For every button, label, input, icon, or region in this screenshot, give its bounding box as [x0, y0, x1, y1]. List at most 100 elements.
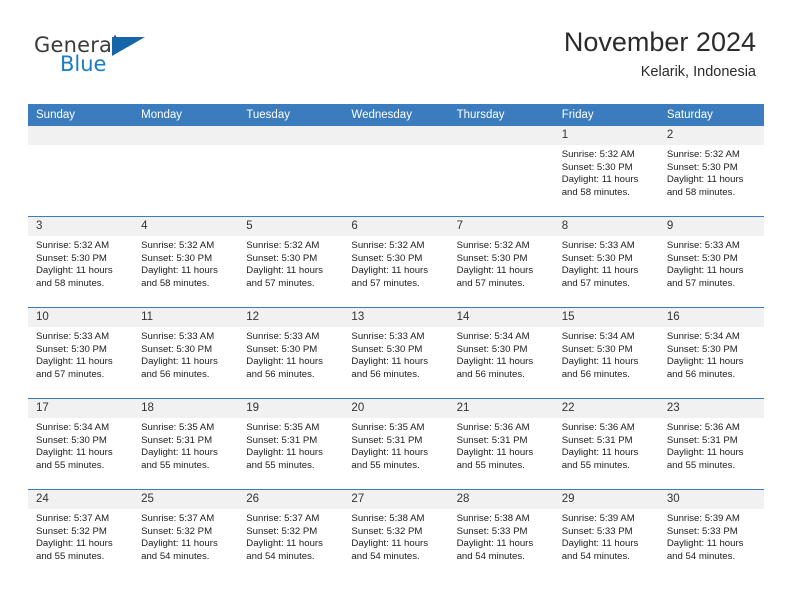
- sunset-text: Sunset: 5:32 PM: [141, 525, 213, 537]
- calendar-day-cell[interactable]: 7 Sunrise: 5:32 AM Sunset: 5:30 PM Daylight…: [448, 216, 554, 308]
- day-number: 8: [553, 217, 659, 236]
- daylight-text-line2: and 54 minutes.: [561, 550, 630, 562]
- calendar-week-row: 17 Sunrise: 5:34 AM Sunset: 5:30 PM Dayligh…: [28, 398, 764, 490]
- calendar-day-cell[interactable]: 22 Sunrise: 5:36 AM Sunset: 5:31 PM Dayligh…: [553, 398, 659, 490]
- sunrise-text: Sunrise: 5:34 AM: [666, 331, 740, 342]
- daylight-text-line1: Daylight: 11 hours: [246, 538, 323, 550]
- calendar-day-cell[interactable]: 8 Sunrise: 5:33 AM Sunset: 5:30 PM Daylight…: [553, 216, 659, 308]
- daylight-text-line2: and 55 minutes.: [246, 459, 315, 471]
- daylight-text-line2: and 56 minutes.: [141, 368, 210, 380]
- calendar-day-cell[interactable]: 30 Sunrise: 5:39 AM Sunset: 5:33 PM Dayligh…: [658, 489, 764, 580]
- daylight-text-line1: Daylight: 11 hours: [561, 447, 639, 459]
- day-sun-info: [449, 145, 554, 149]
- day-sun-info: Sunrise: 5:32 AM Sunset: 5:30 PM Daylight:…: [449, 236, 554, 290]
- calendar-day-cell[interactable]: 23 Sunrise: 5:36 AM Sunset: 5:31 PM Dayligh…: [658, 398, 764, 490]
- calendar-day-cell[interactable]: 20 Sunrise: 5:35 AM Sunset: 5:31 PM Dayligh…: [343, 398, 449, 490]
- day-sun-info: Sunrise: 5:32 AM Sunset: 5:30 PM Daylight:…: [659, 145, 764, 199]
- calendar-day-cell[interactable]: 1 Sunrise: 5:32 AM Sunset: 5:30 PM Daylight…: [553, 126, 659, 217]
- day-sun-info: Sunrise: 5:33 AM Sunset: 5:30 PM Daylight:…: [554, 236, 659, 290]
- calendar-day-cell[interactable]: 4 Sunrise: 5:32 AM Sunset: 5:30 PM Daylight…: [133, 216, 239, 308]
- sunset-text: Sunset: 5:30 PM: [666, 252, 738, 264]
- calendar-day-cell[interactable]: 29 Sunrise: 5:39 AM Sunset: 5:33 PM Dayligh…: [553, 489, 659, 580]
- sunset-text: Sunset: 5:30 PM: [36, 252, 107, 264]
- daylight-text-line1: Daylight: 11 hours: [246, 356, 323, 368]
- daylight-text-line1: Daylight: 11 hours: [456, 447, 534, 459]
- calendar-day-cell[interactable]: 3 Sunrise: 5:32 AM Sunset: 5:30 PM Daylight…: [28, 216, 134, 308]
- calendar-day-cell[interactable]: 2 Sunrise: 5:32 AM Sunset: 5:30 PM Daylight…: [658, 126, 764, 217]
- sunset-text: Sunset: 5:32 PM: [36, 525, 107, 537]
- calendar-day-cell[interactable]: 14 Sunrise: 5:34 AM Sunset: 5:30 PM Dayligh…: [448, 307, 554, 399]
- brand-name-blue: Blue: [60, 52, 107, 76]
- sunrise-text: Sunrise: 5:32 AM: [666, 149, 740, 160]
- sunrise-text: Sunrise: 5:33 AM: [561, 240, 635, 251]
- day-number: 23: [658, 399, 764, 418]
- calendar-day-cell-empty: [238, 126, 344, 217]
- daylight-text-line2: and 55 minutes.: [36, 459, 105, 471]
- page-title: November 2024: [563, 27, 756, 57]
- calendar-day-cell[interactable]: 16 Sunrise: 5:34 AM Sunset: 5:30 PM Dayligh…: [658, 307, 764, 399]
- calendar-day-cell[interactable]: 9 Sunrise: 5:33 AM Sunset: 5:30 PM Daylight…: [658, 216, 764, 308]
- calendar-day-cell[interactable]: 25 Sunrise: 5:37 AM Sunset: 5:32 PM Dayligh…: [133, 489, 239, 580]
- weekday-header-row: Sunday Monday Tuesday Wednesday Thursday…: [28, 104, 764, 126]
- sunrise-text: Sunrise: 5:34 AM: [36, 422, 110, 433]
- calendar-day-cell[interactable]: 5 Sunrise: 5:32 AM Sunset: 5:30 PM Daylight…: [238, 216, 344, 308]
- daylight-text-line2: and 56 minutes.: [246, 368, 315, 380]
- sunrise-text: Sunrise: 5:32 AM: [456, 240, 530, 251]
- daylight-text-line1: Daylight: 11 hours: [456, 356, 534, 368]
- calendar-day-cell[interactable]: 21 Sunrise: 5:36 AM Sunset: 5:31 PM Dayligh…: [448, 398, 554, 490]
- day-number: 6: [343, 217, 449, 236]
- sunrise-text: Sunrise: 5:36 AM: [561, 422, 635, 433]
- calendar-day-cell[interactable]: 15 Sunrise: 5:34 AM Sunset: 5:30 PM Dayligh…: [553, 307, 659, 399]
- day-number: 15: [553, 308, 659, 327]
- calendar-day-cell[interactable]: 11 Sunrise: 5:33 AM Sunset: 5:30 PM Dayligh…: [133, 307, 239, 399]
- sunset-text: Sunset: 5:30 PM: [666, 161, 738, 173]
- day-number: 5: [238, 217, 344, 236]
- day-number: 20: [343, 399, 449, 418]
- daylight-text-line1: Daylight: 11 hours: [666, 447, 744, 459]
- daylight-text-line1: Daylight: 11 hours: [36, 447, 113, 459]
- sunset-text: Sunset: 5:30 PM: [246, 343, 318, 355]
- day-number: 28: [448, 490, 554, 509]
- calendar-day-cell[interactable]: 6 Sunrise: 5:32 AM Sunset: 5:30 PM Daylight…: [343, 216, 449, 308]
- sunset-text: Sunset: 5:30 PM: [141, 252, 213, 264]
- sunset-text: Sunset: 5:30 PM: [36, 343, 107, 355]
- daylight-text-line1: Daylight: 11 hours: [666, 174, 744, 186]
- calendar-week-row: 1 Sunrise: 5:32 AM Sunset: 5:30 PM Daylight…: [28, 126, 764, 217]
- calendar-day-cell[interactable]: 28 Sunrise: 5:38 AM Sunset: 5:33 PM Dayligh…: [448, 489, 554, 580]
- daylight-text-line2: and 55 minutes.: [666, 459, 736, 471]
- daylight-text-line2: and 54 minutes.: [456, 550, 525, 562]
- calendar-day-cell[interactable]: 17 Sunrise: 5:34 AM Sunset: 5:30 PM Dayligh…: [28, 398, 134, 490]
- day-sun-info: [343, 145, 448, 149]
- calendar-day-cell[interactable]: 24 Sunrise: 5:37 AM Sunset: 5:32 PM Dayligh…: [28, 489, 134, 580]
- day-number: [28, 126, 134, 145]
- sunrise-text: Sunrise: 5:39 AM: [561, 513, 635, 524]
- sunset-text: Sunset: 5:32 PM: [351, 525, 423, 537]
- daylight-text-line2: and 57 minutes.: [456, 277, 525, 289]
- daylight-text-line1: Daylight: 11 hours: [561, 356, 639, 368]
- calendar-day-cell[interactable]: 18 Sunrise: 5:35 AM Sunset: 5:31 PM Dayligh…: [133, 398, 239, 490]
- calendar-day-cell[interactable]: 10 Sunrise: 5:33 AM Sunset: 5:30 PM Dayligh…: [28, 307, 134, 399]
- calendar-day-cell[interactable]: 27 Sunrise: 5:38 AM Sunset: 5:32 PM Dayligh…: [343, 489, 449, 580]
- day-sun-info: Sunrise: 5:39 AM Sunset: 5:33 PM Daylight:…: [659, 509, 764, 563]
- day-number: 12: [238, 308, 344, 327]
- sunrise-text: Sunrise: 5:35 AM: [141, 422, 215, 433]
- daylight-text-line1: Daylight: 11 hours: [36, 356, 113, 368]
- daylight-text-line1: Daylight: 11 hours: [351, 265, 429, 277]
- calendar-day-cell-empty: [28, 126, 134, 217]
- sunset-text: Sunset: 5:31 PM: [561, 434, 633, 446]
- sunset-text: Sunset: 5:33 PM: [666, 525, 738, 537]
- day-number: 29: [553, 490, 659, 509]
- day-number: 25: [133, 490, 239, 509]
- daylight-text-line2: and 57 minutes.: [351, 277, 420, 289]
- calendar-day-cell[interactable]: 19 Sunrise: 5:35 AM Sunset: 5:31 PM Dayligh…: [238, 398, 344, 490]
- day-sun-info: Sunrise: 5:39 AM Sunset: 5:33 PM Daylight:…: [554, 509, 659, 563]
- calendar-day-cell[interactable]: 13 Sunrise: 5:33 AM Sunset: 5:30 PM Dayligh…: [343, 307, 449, 399]
- calendar-day-cell-empty: [133, 126, 239, 217]
- weekday-header-tuesday: Tuesday: [238, 104, 344, 126]
- calendar-day-cell[interactable]: 12 Sunrise: 5:33 AM Sunset: 5:30 PM Dayligh…: [238, 307, 344, 399]
- brand-logo[interactable]: General Blue: [34, 34, 214, 84]
- day-number: [238, 126, 344, 145]
- calendar-day-cell[interactable]: 26 Sunrise: 5:37 AM Sunset: 5:32 PM Dayligh…: [238, 489, 344, 580]
- sunset-text: Sunset: 5:31 PM: [246, 434, 318, 446]
- calendar-day-cell-empty: [343, 126, 449, 217]
